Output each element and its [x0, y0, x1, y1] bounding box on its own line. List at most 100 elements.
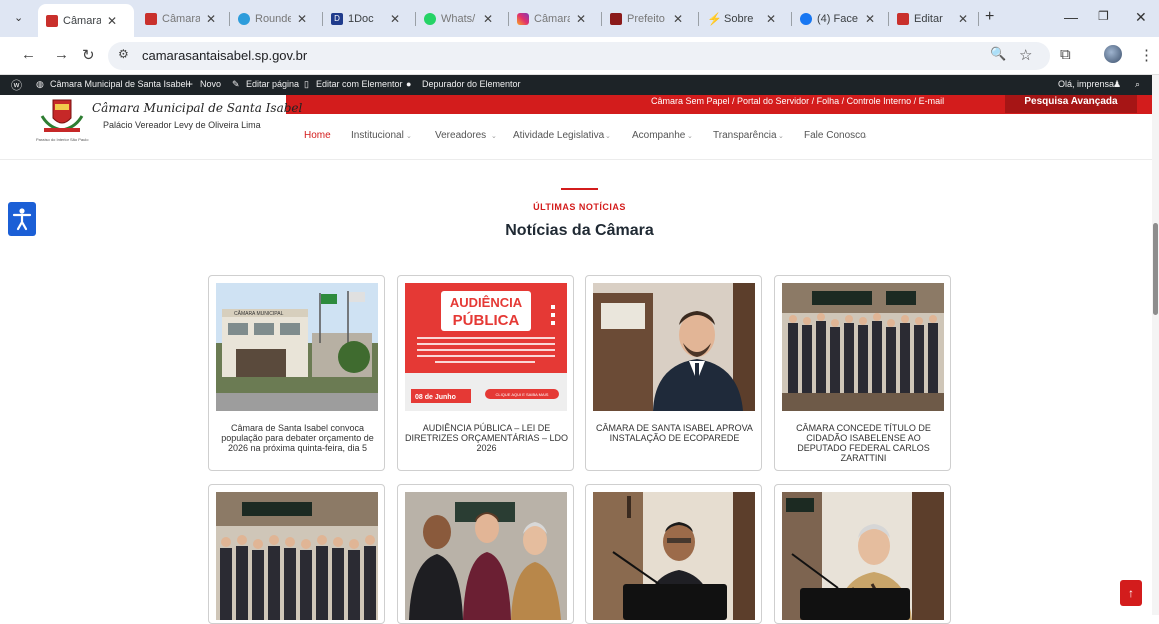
nav-fale-conosco[interactable]: Fale Conosco	[804, 130, 866, 141]
tab-search-icon[interactable]: ⌄	[14, 11, 23, 24]
news-image[interactable]	[216, 492, 378, 620]
minimize-icon[interactable]: —	[1064, 9, 1078, 25]
close-tab-icon[interactable]: ✕	[865, 12, 875, 26]
poster-cta: CLIQUE AQUI E SAIBA MAIS	[496, 392, 549, 397]
news-caption[interactable]: Câmara de Santa Isabel convoca população…	[215, 423, 380, 453]
admin-greeting[interactable]: Olá, imprensa	[1058, 79, 1114, 89]
tab-rounde[interactable]: Rounde ✕	[238, 7, 318, 31]
news-caption[interactable]: CÂMARA CONCEDE TÍTULO DE CIDADÃO ISABELE…	[781, 423, 946, 463]
brand-tagline: Paraíso do Interior São Paulo	[36, 137, 89, 142]
page-scrollbar[interactable]	[1152, 75, 1159, 615]
new-tab-button[interactable]: +	[985, 8, 994, 26]
dashboard-icon: ◍	[36, 79, 44, 89]
news-card[interactable]	[774, 484, 951, 624]
nav-acompanhe[interactable]: Acompanhe	[632, 130, 685, 141]
tab-title: Câmara	[63, 14, 101, 27]
admin-edit-page-link[interactable]: Editar página	[246, 79, 299, 89]
tab-editar[interactable]: Editar ✕	[897, 7, 979, 31]
header-divider	[0, 159, 1152, 160]
bookmark-star-icon[interactable]: ☆	[1019, 46, 1032, 64]
extensions-icon[interactable]: ⧉	[1060, 46, 1071, 63]
news-card[interactable]	[397, 484, 574, 624]
browser-tab-strip: ⌄ Câmara ✕ Câmara ✕ Rounde ✕ D 1Doc ✕ Wh…	[0, 0, 1159, 37]
close-tab-icon[interactable]: ✕	[107, 14, 117, 28]
lightning-favicon-icon: ⚡	[707, 12, 722, 26]
restore-icon[interactable]: ❐	[1098, 9, 1109, 23]
admin-debugger-link[interactable]: Depurador do Elementor	[422, 79, 521, 89]
tab-separator	[601, 12, 602, 26]
news-image[interactable]	[593, 283, 755, 411]
tab-title: Câmara	[534, 13, 570, 25]
nav-institucional[interactable]: Institucional	[351, 130, 404, 141]
tab-prefeitura[interactable]: Prefeito ✕	[610, 7, 694, 31]
news-caption[interactable]: CÂMARA DE SANTA ISABEL APROVA INSTALAÇÃO…	[592, 423, 757, 443]
news-image[interactable]: AUDIÊNCIA PÚBLICA 08 de Junho CLIQUE AQU…	[405, 283, 567, 411]
close-tab-icon[interactable]: ✕	[206, 12, 216, 26]
news-card[interactable]: CÂMARA DE SANTA ISABEL APROVA INSTALAÇÃO…	[585, 275, 762, 471]
news-card[interactable]	[208, 484, 385, 624]
wordpress-icon[interactable]: ⓦ	[11, 77, 22, 93]
news-card[interactable]: CÂMARA MUNICIPAL Câmara de Santa Isabel …	[208, 275, 385, 471]
tab-facebook[interactable]: (4) Face ✕	[800, 7, 884, 31]
news-image[interactable]	[782, 492, 944, 620]
nav-home[interactable]: Home	[304, 130, 331, 141]
admin-search-icon[interactable]: ⌕	[1135, 79, 1140, 90]
heading-accent-line	[561, 188, 598, 190]
tab-whatsapp[interactable]: Whats/ ✕	[424, 7, 504, 31]
zoom-icon[interactable]: 🔍	[990, 46, 1006, 62]
building-sign-text: CÂMARA MUNICIPAL	[234, 310, 284, 317]
close-tab-icon[interactable]: ✕	[958, 12, 968, 26]
close-window-icon[interactable]: ✕	[1135, 9, 1147, 26]
tab-1doc[interactable]: D 1Doc ✕	[331, 7, 411, 31]
brand-subtitle: Palácio Vereador Levy de Oliveira Lima	[103, 120, 261, 130]
profile-avatar[interactable]	[1104, 45, 1122, 63]
news-image[interactable]: CÂMARA MUNICIPAL	[216, 283, 378, 411]
site-info-icon[interactable]: ⚙	[118, 47, 129, 61]
admin-new-link[interactable]: Novo	[200, 79, 221, 89]
admin-site-link[interactable]: Câmara Municipal de Santa Isabel	[50, 79, 188, 89]
pencil-icon: ✎	[232, 79, 240, 89]
chevron-down-icon: ⌄	[778, 133, 784, 140]
close-tab-icon[interactable]: ✕	[297, 12, 307, 26]
municipal-seal-logo[interactable]	[39, 98, 85, 134]
back-icon[interactable]: ←	[21, 46, 36, 63]
wp-admin-bar: ⓦ ◍ Câmara Municipal de Santa Isabel + N…	[0, 75, 1159, 95]
forward-icon[interactable]: →	[54, 46, 69, 63]
tab-title: 1Doc	[348, 13, 374, 25]
scroll-to-top-button[interactable]: ↑	[1120, 580, 1142, 606]
tab-title: Editar	[914, 13, 943, 25]
close-tab-icon[interactable]: ✕	[673, 12, 683, 26]
nav-atividade-legislativa[interactable]: Atividade Legislativa	[513, 130, 604, 141]
address-bar[interactable]: ⚙ camarasantaisabel.sp.gov.br	[108, 42, 1050, 70]
browser-toolbar: ← → ↻ ⚙ camarasantaisabel.sp.gov.br 🔍 ☆ …	[0, 37, 1159, 75]
prefeitura-favicon-icon	[610, 13, 622, 25]
tab-camara-1[interactable]: Câmara ✕	[38, 4, 134, 37]
tab-camara-2[interactable]: Câmara ✕	[145, 7, 225, 31]
close-tab-icon[interactable]: ✕	[576, 12, 586, 26]
instagram-favicon-icon	[517, 13, 529, 25]
advanced-search-button[interactable]: Pesquisa Avançada	[1005, 95, 1137, 113]
news-image[interactable]	[593, 492, 755, 620]
news-card[interactable]	[585, 484, 762, 624]
admin-edit-elementor-link[interactable]: Editar com Elementor	[316, 79, 403, 89]
news-caption[interactable]: AUDIÊNCIA PÚBLICA – LEI DE DIRETRIZES OR…	[404, 423, 569, 453]
plus-icon: +	[186, 77, 194, 91]
close-tab-icon[interactable]: ✕	[390, 12, 400, 26]
top-links[interactable]: Câmara Sem Papel / Portal do Servidor / …	[651, 96, 944, 106]
tab-title: Sobre	[724, 13, 754, 25]
tab-title: Câmara	[162, 13, 200, 25]
close-tab-icon[interactable]: ✕	[483, 12, 493, 26]
reload-icon[interactable]: ↻	[82, 46, 95, 64]
nav-transparencia[interactable]: Transparência	[713, 130, 777, 141]
tab-sobre[interactable]: ⚡ Sobre ✕	[707, 7, 787, 31]
news-image[interactable]	[782, 283, 944, 411]
nav-vereadores[interactable]: Vereadores	[435, 130, 486, 141]
news-image[interactable]	[405, 492, 567, 620]
news-card[interactable]: AUDIÊNCIA PÚBLICA 08 de Junho CLIQUE AQU…	[397, 275, 574, 471]
tab-instagram[interactable]: Câmara ✕	[517, 7, 597, 31]
close-tab-icon[interactable]: ✕	[766, 12, 776, 26]
news-card[interactable]: CÂMARA CONCEDE TÍTULO DE CIDADÃO ISABELE…	[774, 275, 951, 471]
menu-dots-icon[interactable]: ⋮	[1139, 46, 1154, 64]
chevron-down-icon: ⌄	[406, 133, 412, 140]
camara-favicon-icon	[46, 14, 58, 27]
